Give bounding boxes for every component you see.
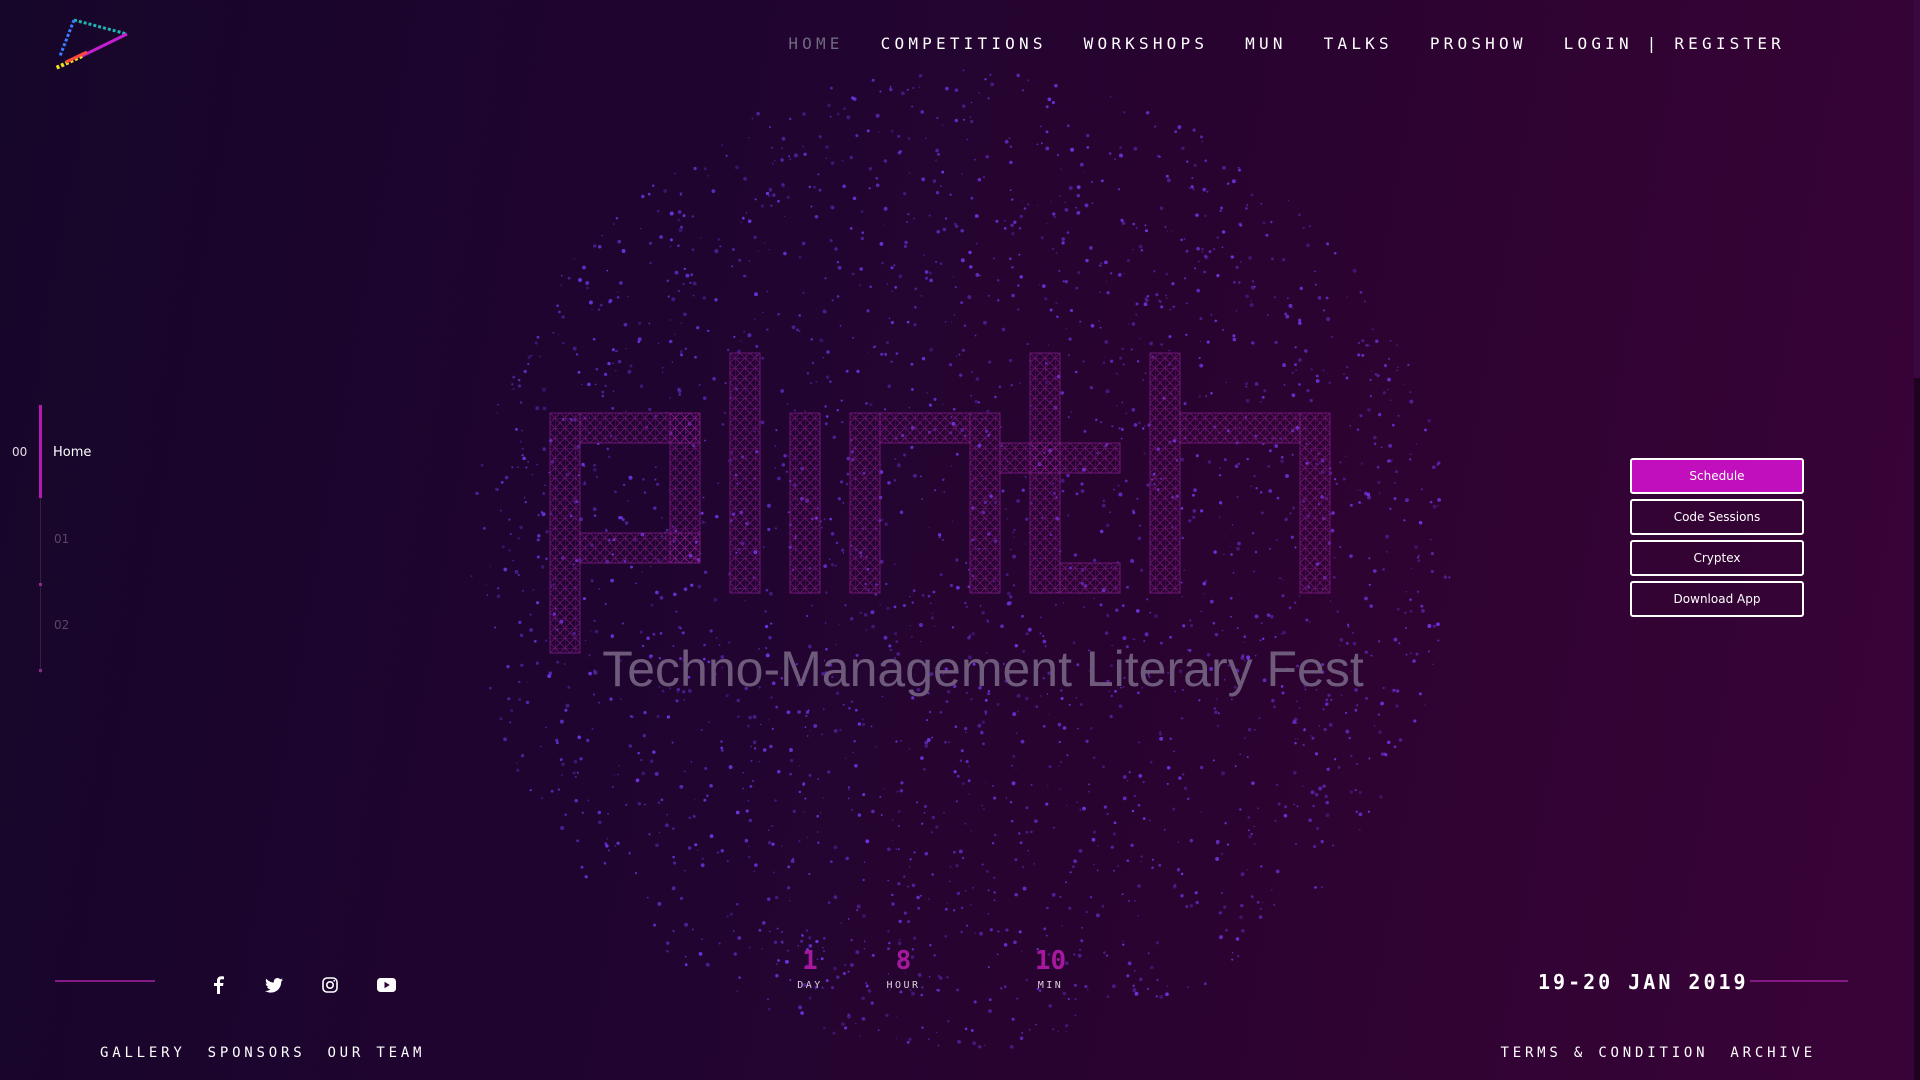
section-number-02[interactable]: 02 <box>54 618 69 632</box>
download-app-button[interactable]: Download App <box>1630 581 1804 617</box>
instagram-icon[interactable] <box>317 972 343 998</box>
twitter-icon[interactable] <box>261 972 287 998</box>
divider-left <box>55 980 155 982</box>
footer-our-team-link[interactable]: OUR TEAM <box>327 1045 425 1061</box>
wordmark-block <box>1059 562 1121 594</box>
social-links <box>205 972 399 998</box>
divider-right <box>1750 980 1848 982</box>
section-nav: 00 Home 01 02 <box>0 405 140 680</box>
countdown-min-value: 10 <box>1034 946 1067 976</box>
wordmark-block <box>849 412 881 594</box>
countdown-timer: 1 DAY 8 HOUR 10 MIN <box>790 946 1124 991</box>
footer-terms-link[interactable]: TERMS & CONDITION <box>1501 1045 1709 1061</box>
plinth-logo[interactable] <box>52 16 128 74</box>
youtube-icon[interactable] <box>373 972 399 998</box>
section-label-home[interactable]: Home <box>53 445 91 460</box>
wordmark-block <box>1179 412 1301 444</box>
wordmark-block <box>729 352 761 594</box>
footer-right-links: TERMS & CONDITION ARCHIVE <box>1501 1045 1817 1061</box>
section-dot <box>39 583 42 586</box>
hero-tagline: Techno-Management Literary Fest <box>602 641 1364 697</box>
wordmark-block <box>549 412 581 654</box>
countdown-min-label: MIN <box>1037 980 1064 991</box>
countdown-day-value: 1 <box>802 946 818 976</box>
nav-proshow[interactable]: PROSHOW <box>1430 34 1527 53</box>
wordmark-block <box>789 412 821 594</box>
code-sessions-button[interactable]: Code Sessions <box>1630 499 1804 535</box>
wordmark-block <box>969 412 1001 594</box>
nav-home[interactable]: HOME <box>788 34 843 53</box>
nav-workshops[interactable]: WORKSHOPS <box>1084 34 1209 53</box>
footer-gallery-link[interactable]: GALLERY <box>100 1045 186 1061</box>
event-date: 19-20 JAN 2019 <box>1538 970 1749 994</box>
countdown-hour: 8 HOUR <box>830 946 977 991</box>
section-number-01[interactable]: 01 <box>54 532 69 546</box>
countdown-day-label: DAY <box>797 980 823 991</box>
countdown-day: 1 DAY <box>790 946 830 991</box>
nav-talks[interactable]: TALKS <box>1324 34 1393 53</box>
page-scrollbar[interactable] <box>1914 0 1920 1080</box>
cryptex-button[interactable]: Cryptex <box>1630 540 1804 576</box>
main-nav: HOME COMPETITIONS WORKSHOPS MUN TALKS PR… <box>788 34 1785 53</box>
countdown-hour-value: 8 <box>895 946 912 976</box>
wordmark-block <box>999 442 1121 474</box>
footer-left-links: GALLERY SPONSORS OUR TEAM <box>100 1045 425 1061</box>
wordmark-block <box>1299 412 1331 594</box>
section-rail-active <box>39 405 42 498</box>
scrollbar-thumb[interactable] <box>1914 0 1920 378</box>
countdown-hour-label: HOUR <box>886 980 921 991</box>
quick-actions: Schedule Code Sessions Cryptex Download … <box>1630 458 1804 622</box>
schedule-button[interactable]: Schedule <box>1630 458 1804 494</box>
facebook-icon[interactable] <box>205 972 231 998</box>
nav-mun[interactable]: MUN <box>1245 34 1287 53</box>
wordmark-block <box>1149 352 1181 594</box>
section-number-home[interactable]: 00 <box>12 445 27 459</box>
footer-archive-link[interactable]: ARCHIVE <box>1730 1045 1816 1061</box>
wordmark-block <box>879 412 971 444</box>
wordmark-block <box>579 532 701 564</box>
nav-competitions[interactable]: COMPETITIONS <box>881 34 1047 53</box>
countdown-min: 10 MIN <box>977 946 1124 991</box>
footer-sponsors-link[interactable]: SPONSORS <box>208 1045 306 1061</box>
nav-login-register[interactable]: LOGIN | REGISTER <box>1564 34 1785 53</box>
